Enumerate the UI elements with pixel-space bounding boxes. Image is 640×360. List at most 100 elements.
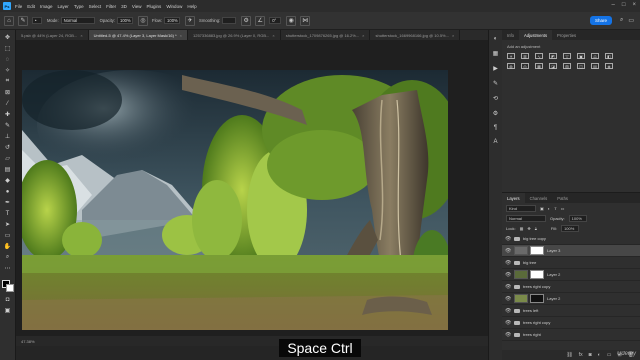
move-tool-icon[interactable]: ✥ bbox=[3, 34, 13, 41]
screen-mode-icon[interactable]: ▣ bbox=[3, 307, 13, 314]
smoothing-field[interactable] bbox=[222, 17, 237, 24]
tab-document-2[interactable]: Untitled-5 @ 47.4% (Layer 3, Layer Mask/… bbox=[88, 30, 188, 40]
black-white-icon[interactable]: ◧ bbox=[605, 53, 613, 59]
flow-field[interactable]: 100% bbox=[164, 17, 181, 24]
eyedropper-tool-icon[interactable]: ⁄ bbox=[3, 100, 13, 107]
brush-tool-icon[interactable]: ✎ bbox=[18, 15, 28, 26]
layer-thumbnail[interactable] bbox=[514, 294, 528, 303]
menu-help[interactable]: Help bbox=[187, 4, 196, 9]
menu-3d[interactable]: 3D bbox=[121, 4, 127, 9]
angle-field[interactable]: 0° bbox=[269, 17, 282, 24]
background-color[interactable] bbox=[5, 284, 14, 292]
canvas-area[interactable] bbox=[16, 40, 488, 336]
tab-document-5[interactable]: shutterstock_1669968166.jpg @ 10.5%... × bbox=[370, 30, 461, 40]
search-icon[interactable]: ⌕ bbox=[620, 17, 623, 24]
frame-tool-icon[interactable]: ⊠ bbox=[3, 89, 13, 96]
tab-document-1[interactable]: 5.psb @ 44% (Layer 24, RGB... × bbox=[16, 30, 89, 40]
color-swatches[interactable] bbox=[1, 280, 14, 292]
character-panel-icon[interactable]: A bbox=[493, 139, 497, 145]
close-tab-icon[interactable]: × bbox=[362, 33, 364, 38]
swatches-panel-icon[interactable]: ▦ bbox=[493, 50, 499, 57]
history-brush-tool-icon[interactable]: ↺ bbox=[3, 144, 13, 151]
brightness-icon[interactable]: ☀ bbox=[507, 53, 515, 59]
layer-row[interactable]: 👁︎ Layer 2 bbox=[502, 293, 640, 305]
zoom-tool-icon[interactable]: ⌕ bbox=[3, 254, 13, 261]
path-select-tool-icon[interactable]: ➤ bbox=[3, 221, 13, 228]
tab-document-4[interactable]: shutterstock_1709876265.jpg @ 16.2%... × bbox=[281, 30, 371, 40]
lasso-tool-icon[interactable]: ◌ bbox=[3, 56, 13, 63]
pen-tool-icon[interactable]: ✒ bbox=[3, 199, 13, 206]
share-button[interactable]: Share bbox=[589, 16, 612, 25]
visibility-eye-icon[interactable]: 👁︎ bbox=[505, 260, 511, 266]
tab-paths[interactable]: Paths bbox=[552, 193, 573, 203]
fill-field[interactable]: 100% bbox=[561, 224, 580, 232]
layer-group-row[interactable]: 👁︎ trees left bbox=[502, 305, 640, 317]
tab-layers[interactable]: Layers bbox=[502, 193, 525, 203]
gradient-tool-icon[interactable]: ▤ bbox=[3, 166, 13, 173]
color-panel-icon[interactable]: ◐ bbox=[494, 36, 498, 42]
home-icon[interactable]: ⌂ bbox=[4, 15, 14, 26]
menu-plugins[interactable]: Plugins bbox=[147, 4, 162, 9]
layer-group-row[interactable]: 👁︎ trees right copy bbox=[502, 317, 640, 329]
color-lookup-icon[interactable]: ▦ bbox=[535, 63, 543, 69]
color-balance-icon[interactable]: ⚖ bbox=[591, 53, 599, 59]
pressure-opacity-icon[interactable]: ◎ bbox=[138, 15, 149, 26]
visibility-eye-icon[interactable]: 👁︎ bbox=[505, 332, 511, 338]
close-tab-icon[interactable]: × bbox=[80, 33, 82, 38]
symmetry-icon[interactable]: ⋈ bbox=[300, 15, 311, 26]
invert-icon[interactable]: ◪ bbox=[549, 63, 557, 69]
tab-channels[interactable]: Channels bbox=[525, 193, 553, 203]
layer-style-icon[interactable]: fx bbox=[579, 352, 583, 358]
selective-color-icon[interactable]: ◈ bbox=[605, 63, 613, 69]
crop-tool-icon[interactable]: ⌗ bbox=[3, 78, 13, 85]
layer-mask-thumbnail[interactable] bbox=[530, 246, 544, 255]
minimize-icon[interactable]: – bbox=[612, 2, 615, 8]
lock-all-icon[interactable]: 🔒︎ bbox=[535, 226, 537, 231]
menu-edit[interactable]: Edit bbox=[27, 4, 35, 9]
clone-stamp-tool-icon[interactable]: ⊥ bbox=[3, 133, 13, 140]
close-icon[interactable]: × bbox=[632, 2, 636, 8]
menu-window[interactable]: Window bbox=[166, 4, 182, 9]
visibility-eye-icon[interactable]: 👁︎ bbox=[505, 296, 511, 302]
history-panel-icon[interactable]: ⟲ bbox=[493, 95, 498, 102]
more-tools-icon[interactable]: ⋯ bbox=[3, 265, 13, 272]
brush-settings-icon[interactable]: ✎ bbox=[493, 80, 498, 87]
link-layers-icon[interactable]: ⛓ bbox=[566, 352, 572, 358]
close-tab-icon[interactable]: × bbox=[180, 33, 182, 38]
visibility-eye-icon[interactable]: 👁︎ bbox=[505, 284, 511, 290]
type-tool-icon[interactable]: T bbox=[3, 210, 13, 217]
type-filter-icon[interactable]: T bbox=[554, 206, 556, 211]
layer-group-row[interactable]: 👁︎ trees right copy bbox=[502, 281, 640, 293]
paragraph-panel-icon[interactable]: ¶ bbox=[494, 125, 497, 131]
shape-tool-icon[interactable]: ▭ bbox=[3, 232, 13, 239]
layer-opacity-field[interactable]: 100% bbox=[568, 214, 587, 222]
lock-pixels-icon[interactable]: ▦ bbox=[520, 226, 524, 231]
visibility-eye-icon[interactable]: 👁︎ bbox=[505, 272, 511, 278]
adjustment-layer-icon[interactable]: ◐ bbox=[598, 352, 601, 358]
menu-layer[interactable]: Layer bbox=[58, 4, 69, 9]
layer-row-selected[interactable]: 👁︎ Layer 3 bbox=[502, 245, 640, 257]
menu-type[interactable]: Type bbox=[74, 4, 84, 9]
blur-tool-icon[interactable]: ◆ bbox=[3, 177, 13, 184]
marquee-tool-icon[interactable]: ⬚ bbox=[3, 45, 13, 52]
menu-filter[interactable]: Filter bbox=[106, 4, 116, 9]
mode-select[interactable]: Normal bbox=[60, 17, 95, 24]
dodge-tool-icon[interactable]: ● bbox=[3, 188, 13, 195]
close-tab-icon[interactable]: × bbox=[452, 33, 454, 38]
menu-select[interactable]: Select bbox=[89, 4, 102, 9]
smoothing-settings-icon[interactable]: ⚙ bbox=[241, 15, 252, 26]
layer-row[interactable]: 👁︎ Layer 2 bbox=[502, 269, 640, 281]
curves-icon[interactable]: ∿ bbox=[535, 53, 543, 59]
add-mask-icon[interactable]: ◙ bbox=[589, 352, 592, 358]
quick-select-tool-icon[interactable]: ✧ bbox=[3, 67, 13, 74]
photo-filter-icon[interactable]: ◍ bbox=[507, 63, 515, 69]
tab-properties[interactable]: Properties bbox=[552, 30, 581, 40]
visibility-eye-icon[interactable]: 👁︎ bbox=[505, 248, 511, 254]
lock-position-icon[interactable]: ✥ bbox=[527, 226, 530, 231]
layer-mask-thumbnail[interactable] bbox=[530, 270, 544, 279]
gradient-map-icon[interactable]: ▤ bbox=[591, 63, 599, 69]
play-actions-icon[interactable]: ▶ bbox=[493, 65, 498, 72]
properties-panel-icon[interactable]: ⚙ bbox=[493, 110, 498, 117]
angle-icon[interactable]: ∠ bbox=[255, 15, 266, 26]
levels-icon[interactable]: ▥ bbox=[521, 53, 529, 59]
